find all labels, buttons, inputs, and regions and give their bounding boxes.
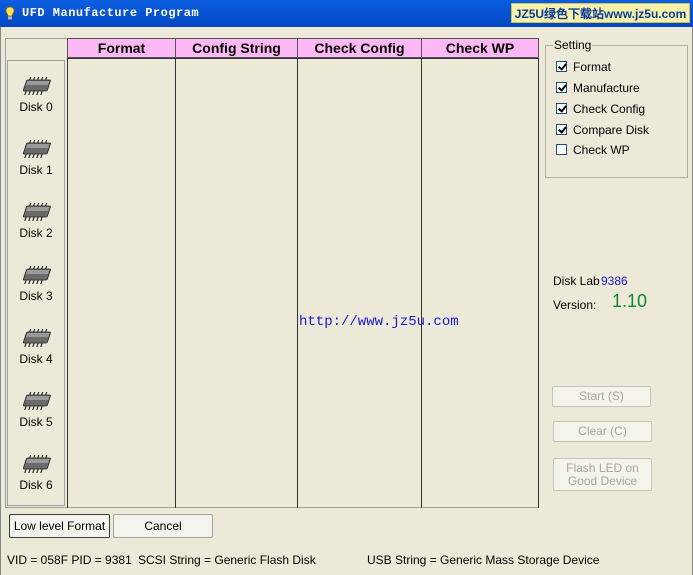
disk-label: Disk 4 [19,352,53,366]
setting-check-wp[interactable]: Check WP [556,142,630,158]
setting-check-config[interactable]: Check Config [556,101,645,117]
compare-disk-checkbox[interactable] [556,124,567,136]
column-header-check-wp: Check WP [421,38,539,58]
checkbox-label: Compare Disk [573,122,650,137]
checkbox-label: Check Config [573,101,646,116]
checkbox-label: Check WP [573,142,630,157]
watermark-link: http://www.jz5u.com [299,314,459,330]
disk-item: Disk 0 [10,76,62,114]
disk-lab-label: Disk Lab [553,274,600,288]
disk-item: Disk 3 [10,265,62,303]
watermark-badge: JZ5U绿色下载站www.jz5u.com [511,3,690,23]
start-button[interactable]: Start (S) [552,386,651,407]
format-checkbox[interactable] [556,61,567,73]
column-header-check-config: Check Config [297,38,422,58]
column-header-format: Format [67,38,176,58]
manufacture-checkbox[interactable] [556,82,567,94]
chip-icon [10,76,62,98]
flash-led-button[interactable]: Flash LED on Good Device [553,458,652,491]
setting-compare-disk[interactable]: Compare Disk [556,122,649,138]
clear-button[interactable]: Clear (C) [553,421,652,442]
check-wp-checkbox[interactable] [556,144,567,156]
disk-lab-value: 9386 [601,274,628,288]
chip-icon [10,139,62,161]
column-divider [67,58,68,508]
usb-string-status: USB String = Generic Mass Storage Device [367,553,600,567]
disk-item: Disk 1 [10,139,62,177]
column-header-config-string: Config String [175,38,298,58]
window-title: UFD Manufacture Program [22,6,200,20]
cancel-button[interactable]: Cancel [113,514,213,538]
disk-status-grid [5,38,539,508]
chip-icon [10,265,62,287]
chip-icon [10,391,62,413]
vid-pid-status: VID = 058F PID = 9381 [7,553,132,567]
header-divider [67,58,539,59]
checkbox-label: Format [573,59,612,74]
setting-manufacture[interactable]: Manufacture [556,80,640,96]
column-divider [421,58,422,508]
chip-icon [10,202,62,224]
column-divider [175,58,176,508]
version-label: Version: [553,298,597,312]
lightbulb-icon [5,6,15,20]
disk-item: Disk 6 [10,454,62,492]
chip-icon [10,328,62,350]
disk-item: Disk 4 [10,328,62,366]
column-divider [538,58,539,508]
column-divider [297,58,298,508]
disk-label: Disk 0 [19,100,53,114]
checkbox-label: Manufacture [573,80,640,95]
disk-label: Disk 3 [19,289,53,303]
setting-legend: Setting [553,38,593,52]
low-level-format-button[interactable]: Low level Format [9,514,110,538]
disk-label: Disk 6 [19,478,53,492]
disk-label: Disk 1 [19,163,53,177]
disk-label: Disk 2 [19,226,53,240]
check-config-checkbox[interactable] [556,103,567,115]
disk-label: Disk 5 [19,415,53,429]
title-bar[interactable]: UFD Manufacture Program JZ5U绿色下载站www.jz5… [0,0,693,27]
version-value: 1.10 [612,291,648,311]
disk-item: Disk 2 [10,202,62,240]
setting-format[interactable]: Format [556,59,611,75]
disk-item: Disk 5 [10,391,62,429]
chip-icon [10,454,62,476]
scsi-string-status: SCSI String = Generic Flash Disk [138,553,316,567]
